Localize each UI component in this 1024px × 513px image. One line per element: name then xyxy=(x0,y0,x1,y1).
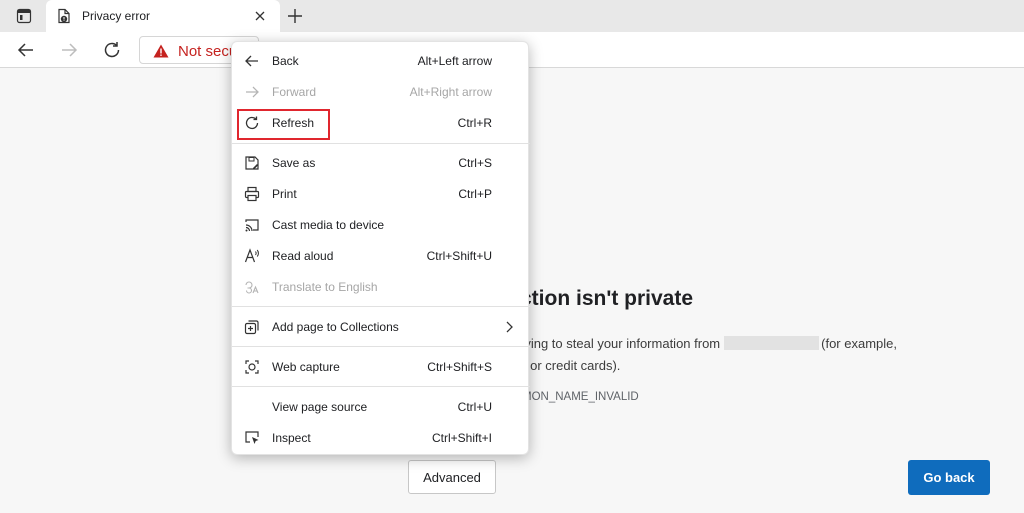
menu-item-read-aloud[interactable]: Read aloud Ctrl+Shift+U xyxy=(232,241,530,271)
menu-divider xyxy=(232,386,530,387)
cast-icon xyxy=(244,217,260,233)
menu-item-label: Inspect xyxy=(272,431,311,445)
redacted-hostname xyxy=(724,336,820,350)
error-code: MON_NAME_INVALID xyxy=(522,391,639,403)
menu-item-label: Save as xyxy=(272,156,316,170)
menu-item-print[interactable]: Print Ctrl+P xyxy=(232,179,530,209)
tab-actions-menu-icon[interactable] xyxy=(16,8,32,24)
menu-divider xyxy=(232,346,530,347)
menu-item-save-as[interactable]: Save as Ctrl+S xyxy=(232,148,530,178)
menu-item-forward[interactable]: Forward Alt+Right arrow xyxy=(232,77,530,107)
translate-icon xyxy=(244,279,260,295)
tab-privacy-error[interactable]: Privacy error xyxy=(46,0,280,32)
forward-arrow-icon xyxy=(244,84,260,100)
error-description-line-1-suffix: (for example, xyxy=(821,336,898,351)
error-description: rying to steal your information from (for… xyxy=(520,333,897,377)
menu-item-web-capture[interactable]: Web capture Ctrl+Shift+S xyxy=(232,352,530,382)
forward-arrow-icon[interactable] xyxy=(58,39,80,61)
error-heading: ction isn't private xyxy=(520,287,694,310)
menu-item-inspect[interactable]: Inspect Ctrl+Shift+I xyxy=(232,423,530,453)
save-as-icon xyxy=(244,155,260,171)
menu-divider xyxy=(232,306,530,307)
web-capture-icon xyxy=(244,359,260,375)
menu-item-shortcut: Ctrl+P xyxy=(458,187,492,201)
menu-item-shortcut: Ctrl+U xyxy=(457,400,492,414)
menu-divider xyxy=(232,143,530,144)
print-icon xyxy=(244,186,260,202)
inspect-icon xyxy=(244,430,260,446)
document-warning-icon xyxy=(56,8,72,24)
menu-item-label: Web capture xyxy=(272,360,340,374)
menu-item-add-to-collections[interactable]: Add page to Collections xyxy=(232,312,530,342)
refresh-highlight-box xyxy=(237,109,330,140)
menu-item-label: View page source xyxy=(272,400,368,414)
refresh-icon[interactable] xyxy=(101,39,123,61)
menu-item-cast-media[interactable]: Cast media to device xyxy=(232,210,530,240)
menu-item-shortcut: Ctrl+Shift+I xyxy=(431,431,492,445)
menu-item-shortcut: Ctrl+S xyxy=(458,156,492,170)
menu-item-label: Translate to English xyxy=(272,280,378,294)
menu-item-translate[interactable]: Translate to English xyxy=(232,272,530,302)
tab-title: Privacy error xyxy=(82,9,151,23)
menu-item-label: Add page to Collections xyxy=(272,320,399,334)
context-menu: Back Alt+Left arrow Forward Alt+Right ar… xyxy=(231,41,530,455)
warning-triangle-icon[interactable] xyxy=(153,44,169,58)
back-arrow-icon xyxy=(244,53,260,69)
back-arrow-icon[interactable] xyxy=(15,39,37,61)
menu-item-back[interactable]: Back Alt+Left arrow xyxy=(232,46,530,76)
collections-icon xyxy=(244,319,260,335)
error-description-line-2: s or credit cards). xyxy=(520,358,621,373)
advanced-button[interactable]: Advanced xyxy=(408,460,496,494)
close-tab-icon[interactable] xyxy=(252,8,268,24)
menu-item-shortcut: Alt+Left arrow xyxy=(417,54,492,68)
menu-item-shortcut: Ctrl+R xyxy=(457,116,492,130)
menu-item-shortcut: Ctrl+Shift+U xyxy=(426,249,492,263)
error-description-line-1-prefix: rying to steal your information from xyxy=(520,336,721,351)
menu-item-shortcut: Ctrl+Shift+S xyxy=(427,360,492,374)
menu-item-label: Forward xyxy=(272,85,317,99)
menu-item-view-page-source[interactable]: View page source Ctrl+U xyxy=(232,392,530,422)
chevron-right-icon xyxy=(504,320,514,334)
menu-item-label: Read aloud xyxy=(272,249,334,263)
menu-item-shortcut: Alt+Right arrow xyxy=(409,85,492,99)
menu-item-label: Back xyxy=(272,54,299,68)
menu-item-label: Print xyxy=(272,187,297,201)
tab-strip: Privacy error xyxy=(0,0,1024,32)
error-description-line-1: rying to steal your information from (for… xyxy=(520,333,897,355)
new-tab-icon[interactable] xyxy=(286,7,304,25)
read-aloud-icon xyxy=(244,248,260,264)
go-back-button[interactable]: Go back xyxy=(908,460,990,495)
menu-item-label: Cast media to device xyxy=(272,218,385,232)
